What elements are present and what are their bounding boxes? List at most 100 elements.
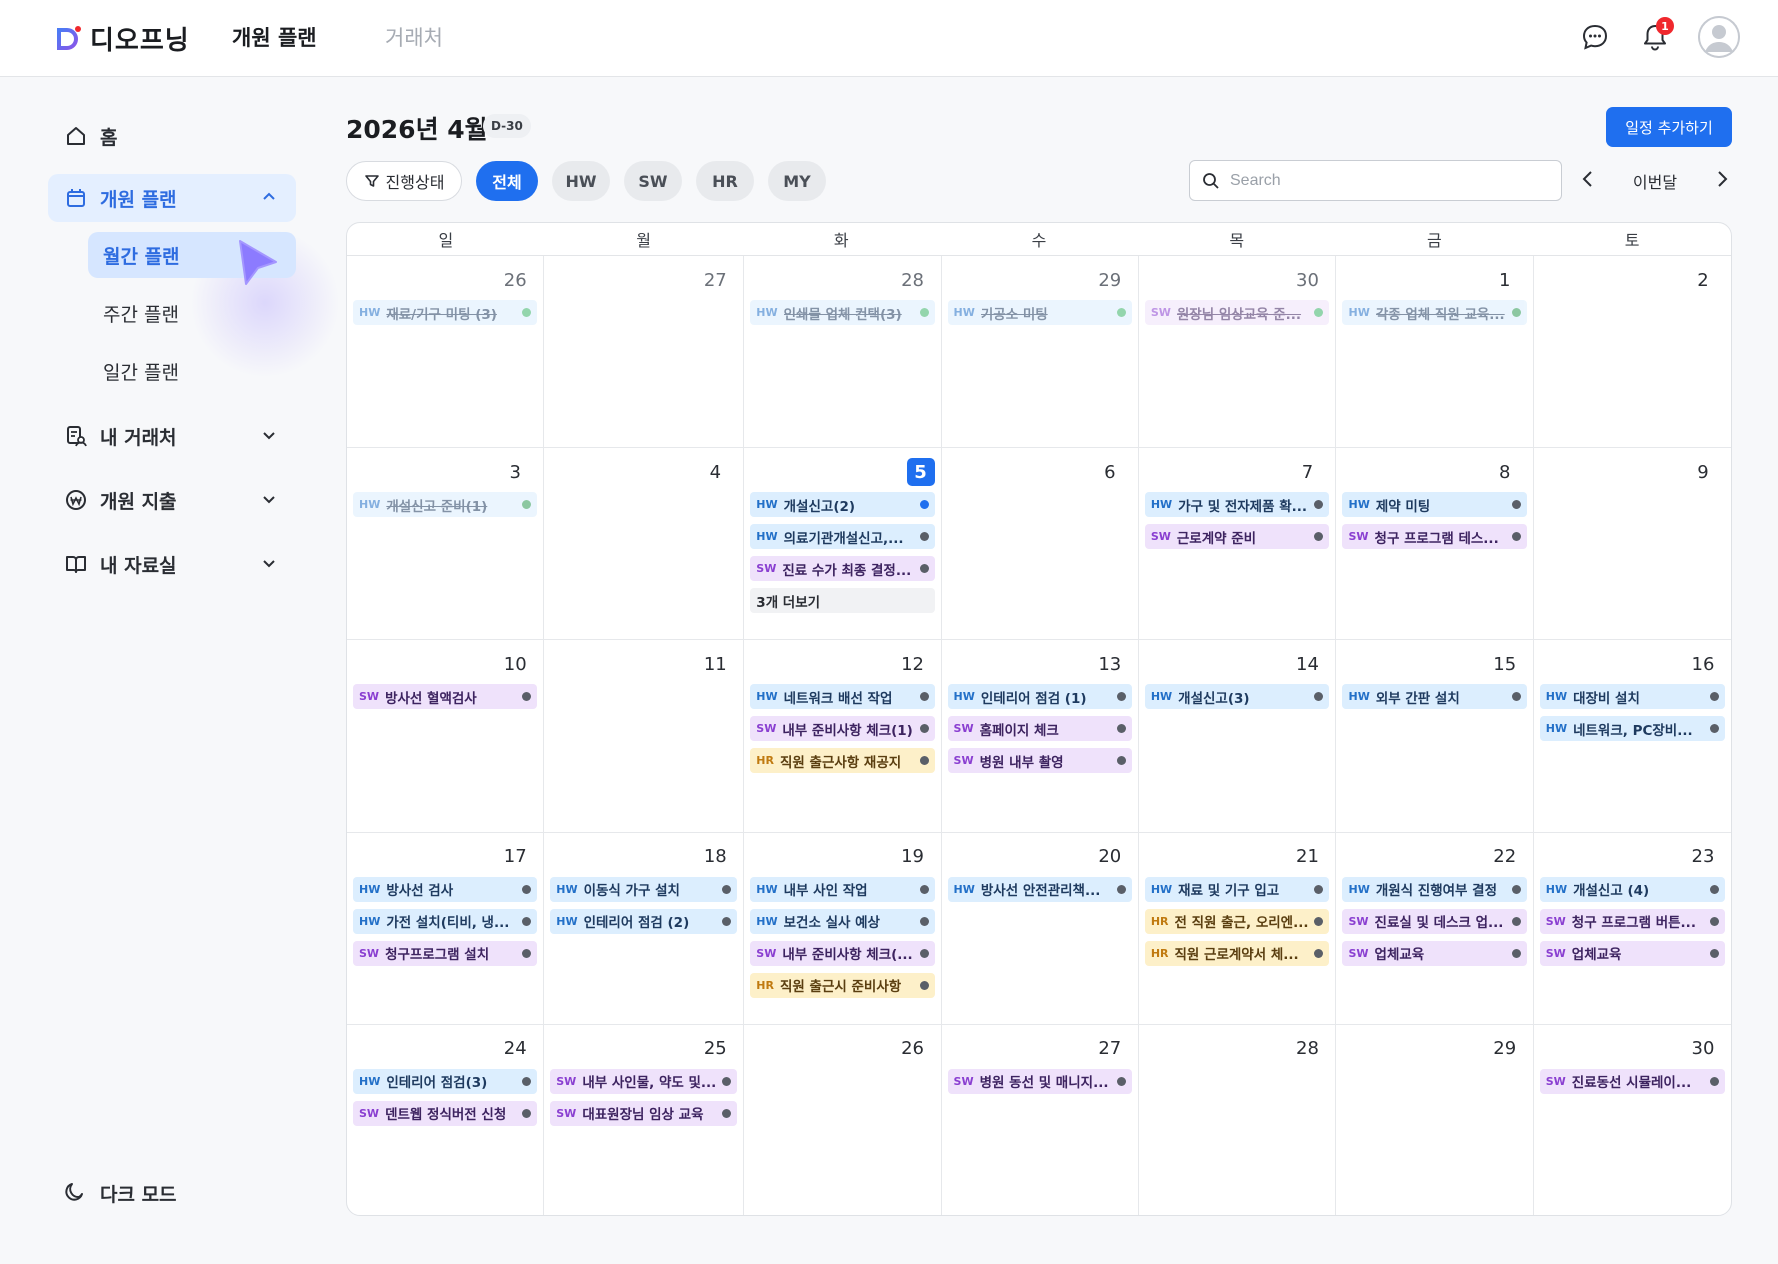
sidebar-item-library[interactable]: 내 자료실: [48, 540, 296, 588]
calendar-day-cell[interactable]: 17 HW 방사선 검사 HW 가전 설치(티비, 냉... SW 청구프로그램 설치: [347, 832, 545, 1025]
calendar-day-cell[interactable]: 28 HW 인쇄물 업체 컨택(3): [744, 256, 942, 449]
calendar-event[interactable]: SW 청구 프로그램 테스...: [1342, 524, 1527, 550]
calendar-day-cell[interactable]: 4: [544, 448, 745, 641]
calendar-event[interactable]: HW 외부 간판 설치: [1342, 684, 1527, 710]
calendar-day-cell[interactable]: 15 HW 외부 간판 설치: [1336, 640, 1534, 833]
calendar-event[interactable]: SW 내부 준비사항 체크(1): [750, 716, 935, 742]
calendar-day-cell[interactable]: 23 HW 개설신고 (4) SW 청구 프로그램 버튼... SW 업체교육: [1533, 833, 1731, 1025]
calendar-day-cell[interactable]: 9: [1533, 448, 1731, 641]
calendar-event[interactable]: HW 보건소 실사 예상: [750, 908, 935, 934]
sidebar-item-home[interactable]: 홈: [48, 112, 296, 160]
chevron-up-icon[interactable]: [260, 188, 278, 211]
calendar-event[interactable]: HW 가구 및 전자제품 확...: [1144, 492, 1330, 518]
calendar-event[interactable]: SW 진료동선 시뮬레이...: [1539, 1068, 1725, 1094]
calendar-event[interactable]: HW 내부 사인 작업: [750, 876, 935, 902]
calendar-day-cell[interactable]: 28: [1139, 1024, 1337, 1215]
calendar-event[interactable]: HW 개설신고(2): [750, 492, 935, 518]
calendar-event[interactable]: HW 방사선 검사: [353, 876, 538, 902]
calendar-event[interactable]: SW 근로계약 준비: [1144, 524, 1330, 550]
calendar-event[interactable]: HW 이동식 가구 설치: [550, 876, 738, 902]
calendar-day-cell[interactable]: 1 HW 각종 업체 직원 교육...: [1336, 256, 1534, 449]
calendar-event[interactable]: SW 대표원장님 임상 교육: [550, 1100, 738, 1126]
calendar-event[interactable]: HW 인테리어 점검(3): [353, 1068, 538, 1094]
calendar-day-cell[interactable]: 30 SW 진료동선 시뮬레이...: [1534, 1025, 1731, 1215]
add-schedule-button[interactable]: 일정 추가하기: [1606, 107, 1732, 147]
calendar-event[interactable]: HW 네트워크, PC장비...: [1539, 716, 1725, 742]
sidebar-item-plan[interactable]: 개원 플랜: [48, 174, 296, 222]
calendar-day-cell[interactable]: 16 HW 대장비 설치 HW 네트워크, PC장비...: [1533, 640, 1731, 833]
calendar-day-cell[interactable]: 7 HW 가구 및 전자제품 확... SW 근로계약 준비: [1138, 448, 1337, 641]
search-input[interactable]: [1230, 171, 1530, 190]
calendar-day-cell[interactable]: 29 HW 기공소 미팅: [941, 256, 1139, 449]
filter-chip-my[interactable]: MY: [768, 161, 826, 201]
bell-icon[interactable]: 1: [1638, 17, 1674, 54]
sidebar-subitem-weekly[interactable]: 주간 플랜: [88, 290, 296, 336]
calendar-event[interactable]: HW 재료 및 기구 입고: [1144, 876, 1330, 902]
calendar-event[interactable]: HW 인테리어 점검 (1): [947, 684, 1132, 710]
calendar-event[interactable]: SW 청구 프로그램 버튼...: [1539, 908, 1725, 934]
calendar-day-cell[interactable]: 10 SW 방사선 혈액검사: [347, 640, 545, 833]
calendar-event[interactable]: HW 개원식 진행여부 결정: [1342, 876, 1527, 902]
calendar-event[interactable]: HW 재료/기구 미팅 (3): [353, 300, 538, 325]
calendar-event[interactable]: HR 직원 근로계약서 체...: [1144, 940, 1330, 966]
calendar-event[interactable]: SW 청구프로그램 설치: [353, 940, 538, 966]
calendar-event[interactable]: SW 진료실 및 데스크 업...: [1342, 908, 1527, 934]
calendar-event[interactable]: SW 내부 사인물, 약도 및...: [550, 1068, 738, 1094]
calendar-event[interactable]: HW 대장비 설치: [1539, 684, 1725, 710]
calendar-day-cell[interactable]: 5 HW 개설신고(2) HW 의료기관개설신고,... SW 진료 수가 최종 결정...…: [744, 448, 942, 641]
calendar-event[interactable]: HW 개설신고 준비(1): [353, 492, 538, 518]
calendar-day-cell[interactable]: 25 SW 내부 사인물, 약도 및... SW 대표원장님 임상 교육: [544, 1024, 745, 1215]
calendar-day-cell[interactable]: 26: [744, 1024, 942, 1215]
topnav-tab-clients[interactable]: 거래처: [385, 22, 443, 52]
calendar-day-cell[interactable]: 24 HW 인테리어 점검(3) SW 덴트웹 정식버전 신청: [347, 1024, 545, 1215]
calendar-day-cell[interactable]: 8 HW 제약 미팅 SW 청구 프로그램 테스...: [1336, 448, 1534, 641]
dark-mode-toggle[interactable]: 다크 모드: [64, 1180, 177, 1207]
calendar-event[interactable]: HW 개설신고 (4): [1539, 876, 1725, 902]
chat-icon[interactable]: [1578, 20, 1612, 54]
calendar-event[interactable]: HW 기공소 미팅: [947, 300, 1132, 325]
filter-chip-sw[interactable]: SW: [624, 161, 682, 201]
calendar-event[interactable]: SW 업체교육: [1539, 940, 1725, 966]
calendar-event[interactable]: HW 의료기관개설신고,...: [750, 524, 935, 550]
logo[interactable]: 디오프닝: [56, 20, 190, 57]
chevron-down-icon[interactable]: [260, 554, 278, 577]
calendar-event[interactable]: HR 직원 출근사항 재공지: [750, 748, 935, 774]
calendar-day-cell[interactable]: 19 HW 내부 사인 작업 HW 보건소 실사 예상 SW 내부 준비사항 체크(... H…: [744, 832, 942, 1025]
calendar-event[interactable]: HW 인쇄물 업체 컨택(3): [750, 300, 935, 325]
calendar-day-cell[interactable]: 22 HW 개원식 진행여부 결정 SW 진료실 및 데스크 업... SW 업체교육: [1336, 832, 1534, 1025]
calendar-event[interactable]: SW 진료 수가 최종 결정...: [750, 556, 935, 582]
chevron-down-icon[interactable]: [260, 426, 278, 449]
calendar-event[interactable]: HW 개설신고(3): [1144, 684, 1330, 710]
calendar-day-cell[interactable]: 12 HW 네트워크 배선 작업 SW 내부 준비사항 체크(1) HR 직원 출근사항 재…: [744, 640, 942, 833]
calendar-event[interactable]: HR 전 직원 출근, 오리엔...: [1144, 908, 1330, 934]
calendar-event[interactable]: HR 직원 출근시 준비사항: [750, 972, 935, 998]
status-filter-button[interactable]: 진행상태: [346, 161, 462, 201]
this-month-button[interactable]: 이번달: [1633, 169, 1677, 193]
calendar-day-cell[interactable]: 6: [941, 448, 1139, 641]
calendar-event[interactable]: SW 홈페이지 체크: [947, 716, 1132, 742]
filter-chip-all[interactable]: 전체: [476, 161, 538, 201]
calendar-day-cell[interactable]: 30 SW 원장님 임상교육 준...: [1138, 256, 1337, 449]
filter-chip-hw[interactable]: HW: [552, 161, 610, 201]
sidebar-item-expense[interactable]: 개원 지출: [48, 476, 296, 524]
calendar-event[interactable]: HW 방사선 안전관리책...: [947, 876, 1132, 902]
calendar-event[interactable]: SW 업체교육: [1342, 940, 1527, 966]
calendar-day-cell[interactable]: 11: [544, 640, 745, 833]
calendar-event[interactable]: SW 방사선 혈액검사: [353, 684, 538, 710]
calendar-day-cell[interactable]: 27 SW 병원 동선 및 매니지...: [942, 1024, 1139, 1215]
calendar-event[interactable]: HW 제약 미팅: [1342, 492, 1527, 518]
avatar[interactable]: [1698, 16, 1740, 58]
calendar-event[interactable]: HW 인테리어 점검 (2): [550, 908, 738, 934]
calendar-day-cell[interactable]: 18 HW 이동식 가구 설치 HW 인테리어 점검 (2): [544, 832, 745, 1025]
calendar-event[interactable]: SW 내부 준비사항 체크(...: [750, 940, 935, 966]
show-more-events-button[interactable]: 3개 더보기: [750, 588, 935, 614]
calendar-day-cell[interactable]: 29: [1336, 1024, 1534, 1215]
next-month-icon[interactable]: [1712, 169, 1732, 193]
calendar-day-cell[interactable]: 2: [1533, 256, 1731, 449]
calendar-event[interactable]: HW 각종 업체 직원 교육...: [1342, 300, 1527, 325]
calendar-day-cell[interactable]: 26 HW 재료/기구 미팅 (3): [347, 256, 545, 449]
calendar-day-cell[interactable]: 27: [544, 256, 745, 449]
chevron-down-icon[interactable]: [260, 490, 278, 513]
sidebar-item-clients[interactable]: 내 거래처: [48, 412, 296, 460]
calendar-event[interactable]: HW 네트워크 배선 작업: [750, 684, 935, 710]
